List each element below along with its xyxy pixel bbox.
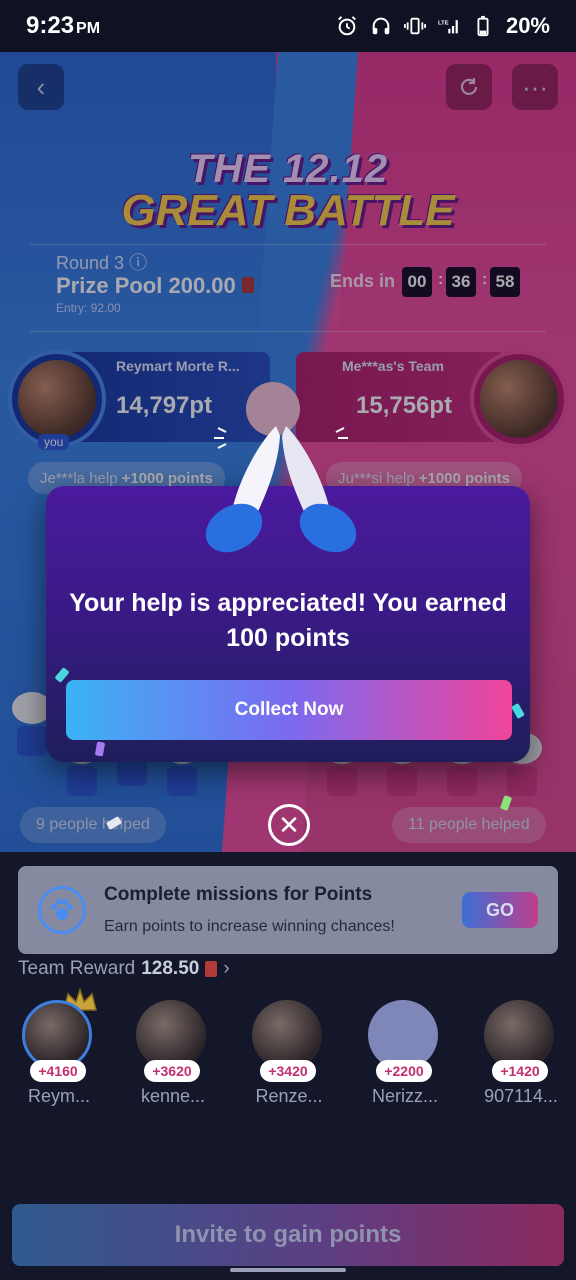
mission-title: Complete missions for Points [104, 884, 373, 905]
red-envelope-icon [205, 961, 218, 977]
member-points: +1420 [492, 1060, 548, 1082]
close-modal-button[interactable]: ✕ [268, 804, 310, 846]
team-reward-link[interactable]: Team Reward 128.50 › [18, 958, 230, 980]
member-name: 907114... [484, 1086, 558, 1106]
team-member[interactable]: +3620 kenne... [128, 1000, 218, 1110]
member-points: +4160 [30, 1060, 86, 1082]
alarm-icon [338, 16, 356, 36]
mission-card[interactable]: Complete missions for Points Earn points… [18, 866, 558, 954]
team-member[interactable]: +4160 Reym... [14, 1000, 104, 1110]
status-time: 9:23 PM [26, 12, 101, 39]
member-name: Reym... [27, 1086, 90, 1106]
battery-icon [477, 15, 489, 37]
team-member[interactable]: +3420 Renze... [244, 1000, 334, 1110]
status-icons: LTE 20% [336, 13, 550, 39]
svg-text:LTE: LTE [438, 21, 449, 27]
headphones-icon [372, 17, 390, 35]
member-name: Renze... [255, 1086, 323, 1106]
member-name: Nerizz... [371, 1086, 438, 1106]
home-indicator[interactable] [230, 1268, 346, 1272]
member-name: kenne... [140, 1086, 206, 1106]
status-bar: 9:23 PM LTE 20% [0, 0, 576, 52]
mission-subtitle: Earn points to increase winning chances! [104, 918, 395, 935]
team-reward-label: Team Reward [18, 958, 136, 979]
praying-hands-icon [205, 426, 357, 553]
invite-button[interactable]: Invite to gain points [12, 1204, 564, 1266]
lte-signal-icon: LTE [438, 20, 458, 34]
go-button[interactable]: GO [462, 892, 538, 928]
team-member[interactable]: +2200 Nerizz... [360, 1000, 450, 1110]
team-member[interactable]: +1420 907114... [476, 1000, 566, 1110]
close-icon: ✕ [278, 809, 300, 840]
chevron-right-icon: › [223, 958, 230, 979]
vibrate-icon [403, 17, 426, 35]
member-points: +3420 [260, 1060, 316, 1082]
member-points: +2200 [376, 1060, 432, 1082]
modal-message: Your help is appreciated! You earned 100… [69, 589, 507, 652]
paw-icon [38, 886, 86, 934]
battery-percent: 20% [505, 13, 550, 38]
team-reward-amount: 128.50 [141, 958, 200, 979]
collect-now-button[interactable]: Collect Now [66, 680, 512, 740]
member-points: +3620 [144, 1060, 200, 1082]
